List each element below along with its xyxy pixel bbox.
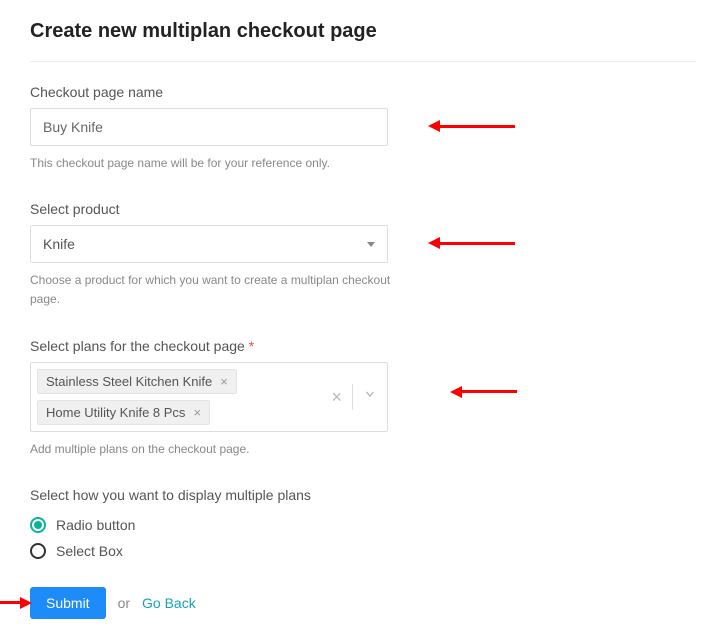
chips-area: Stainless Steel Kitchen Knife × Home Uti… <box>31 363 325 431</box>
select-plans-label: Select plans for the checkout page * <box>30 338 696 354</box>
select-product-dropdown[interactable]: Knife <box>30 225 388 263</box>
annotation-arrow-icon <box>428 237 515 249</box>
select-product-help: Choose a product for which you want to c… <box>30 271 410 309</box>
field-select-product: Select product Knife Choose a product fo… <box>30 201 696 309</box>
checkout-name-help: This checkout page name will be for your… <box>30 154 410 173</box>
close-icon[interactable]: × <box>220 375 228 388</box>
annotation-arrow-icon <box>0 597 32 609</box>
checkout-name-input[interactable] <box>30 108 388 146</box>
divider <box>30 61 696 62</box>
chip-label: Home Utility Knife 8 Pcs <box>46 405 185 420</box>
chip-label: Stainless Steel Kitchen Knife <box>46 374 212 389</box>
radio-icon <box>30 517 46 533</box>
select-plans-help: Add multiple plans on the checkout page. <box>30 440 410 459</box>
checkout-name-label: Checkout page name <box>30 84 696 100</box>
divider <box>352 384 353 410</box>
go-back-link[interactable]: Go Back <box>142 595 196 611</box>
form-actions: Submit or Go Back <box>30 587 696 619</box>
radio-label: Select Box <box>56 543 123 559</box>
chevron-down-icon[interactable] <box>363 387 377 406</box>
close-icon[interactable]: × <box>193 406 201 419</box>
chip: Stainless Steel Kitchen Knife × <box>37 369 237 394</box>
display-mode-label: Select how you want to display multiple … <box>30 487 696 503</box>
field-display-mode: Select how you want to display multiple … <box>30 487 696 559</box>
required-mark: * <box>249 338 254 354</box>
radio-label: Radio button <box>56 517 135 533</box>
radio-option-select-box[interactable]: Select Box <box>30 543 696 559</box>
select-product-label: Select product <box>30 201 696 217</box>
or-text: or <box>118 595 130 611</box>
radio-icon <box>30 543 46 559</box>
field-select-plans: Select plans for the checkout page * Sta… <box>30 338 696 459</box>
radio-option-radio-button[interactable]: Radio button <box>30 517 696 533</box>
multiselect-controls: × <box>325 363 387 431</box>
page-title: Create new multiplan checkout page <box>30 20 696 43</box>
chip: Home Utility Knife 8 Pcs × <box>37 400 210 425</box>
clear-all-icon[interactable]: × <box>331 388 342 406</box>
select-plans-multiselect[interactable]: Stainless Steel Kitchen Knife × Home Uti… <box>30 362 388 432</box>
chevron-down-icon <box>367 242 375 247</box>
select-product-value: Knife <box>43 236 75 252</box>
field-checkout-name: Checkout page name This checkout page na… <box>30 84 696 173</box>
submit-button[interactable]: Submit <box>30 587 106 619</box>
annotation-arrow-icon <box>428 120 515 132</box>
annotation-arrow-icon <box>450 386 517 398</box>
